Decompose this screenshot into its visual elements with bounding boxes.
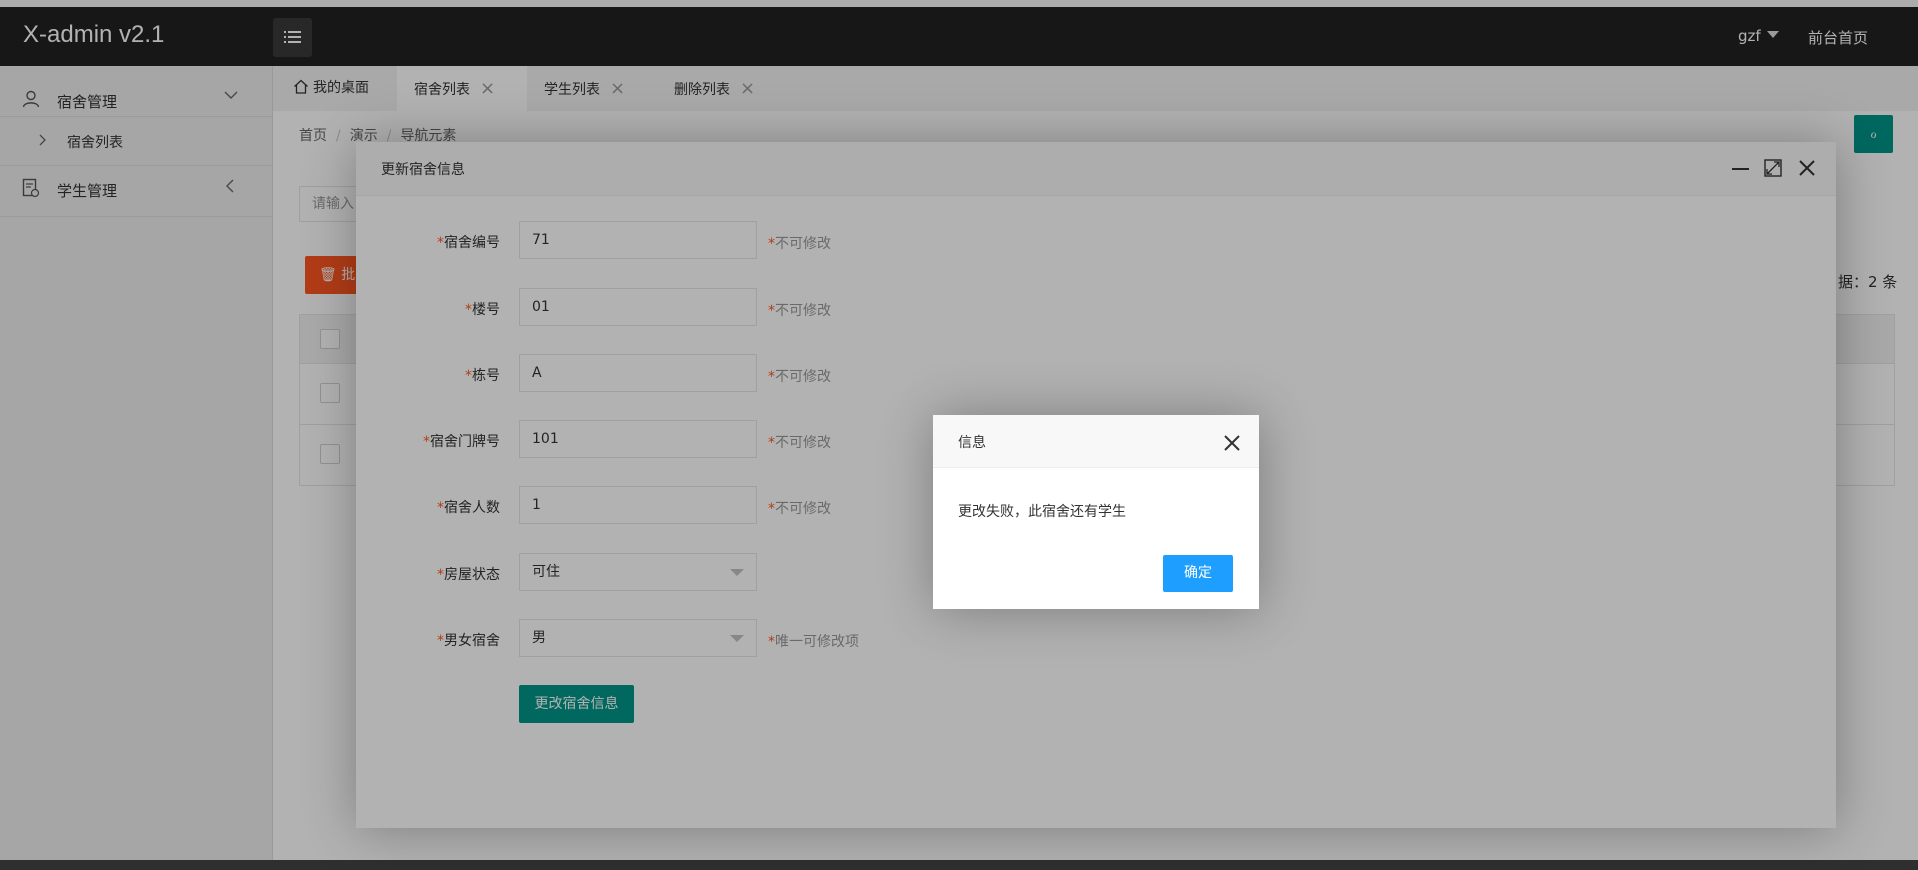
dialog-titlebar: 信息 (933, 415, 1259, 468)
info-dialog: 信息 更改失败，此宿舍还有学生 确定 (933, 415, 1259, 609)
confirm-button[interactable]: 确定 (1163, 555, 1233, 592)
close-icon[interactable] (1224, 435, 1240, 451)
dialog-title: 信息 (958, 435, 986, 451)
bottom-strip (0, 860, 1918, 870)
dialog-message: 更改失败，此宿舍还有学生 (958, 504, 1126, 520)
